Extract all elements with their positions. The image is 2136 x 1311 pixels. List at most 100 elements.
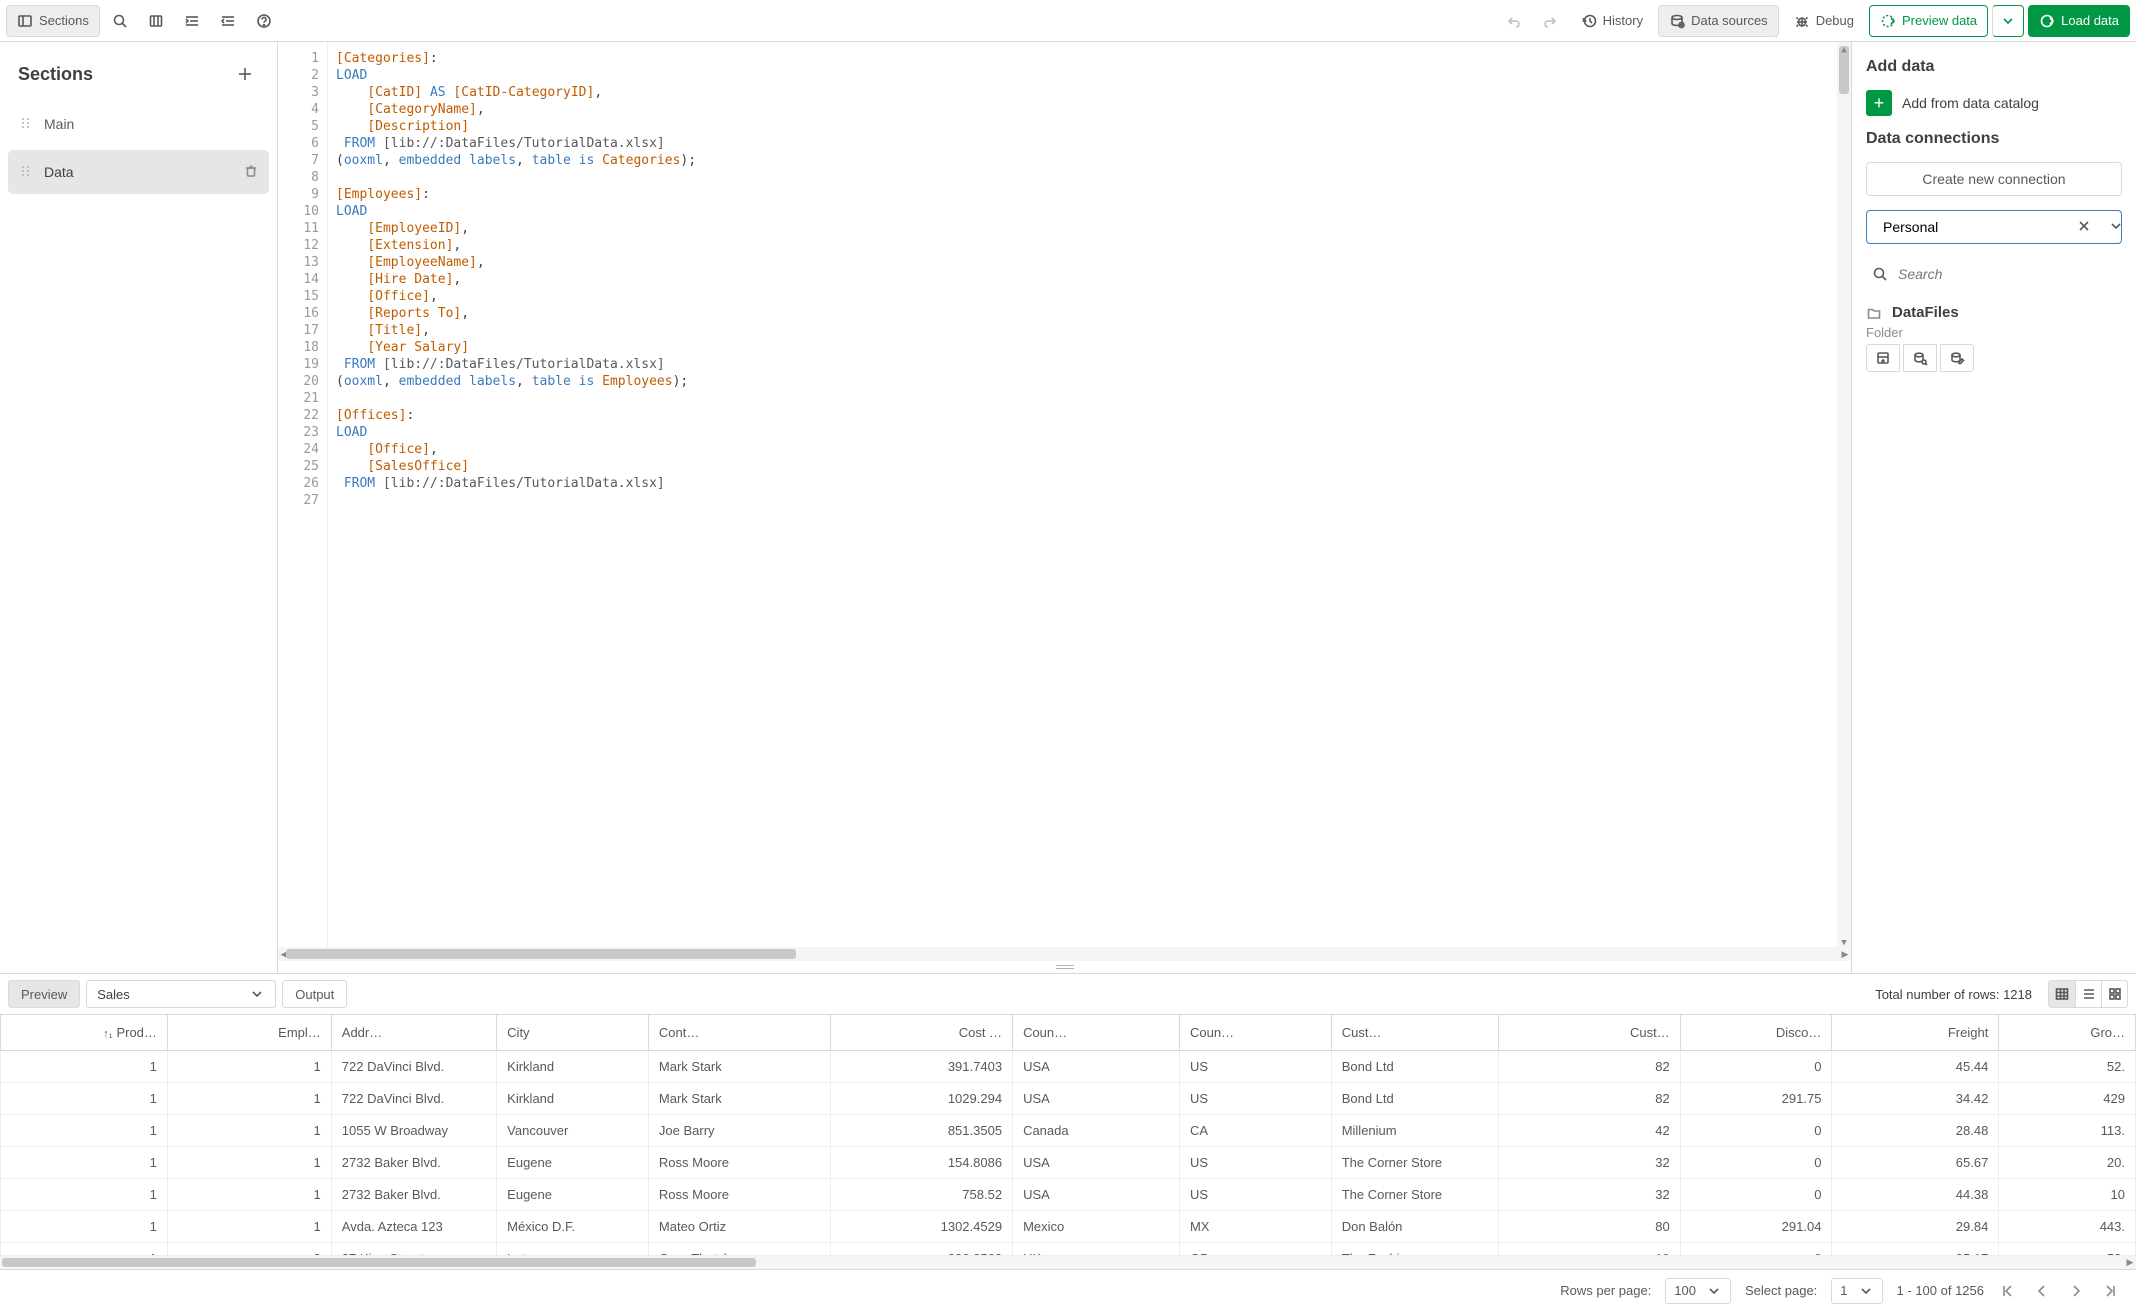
table-row[interactable]: 112732 Baker Blvd.EugeneRoss Moore154.80… (1, 1147, 2136, 1179)
last-page-button[interactable] (2100, 1281, 2120, 1301)
debug-button[interactable]: Debug (1783, 5, 1865, 37)
table-cell: USA (1013, 1147, 1180, 1179)
load-data-button[interactable]: Load data (2028, 5, 2130, 37)
table-cell: 35.17 (1832, 1243, 1999, 1256)
preview-table-select[interactable]: Sales (86, 980, 276, 1008)
space-dropdown-button[interactable] (2104, 216, 2128, 239)
add-from-catalog-label: Add from data catalog (1902, 95, 2039, 111)
column-header[interactable]: Addr… (331, 1015, 496, 1051)
view-list-button[interactable] (2075, 981, 2101, 1007)
table-cell: US (1179, 1147, 1331, 1179)
history-button[interactable]: History (1570, 5, 1654, 37)
table-cell: 1 (167, 1083, 331, 1115)
table-cell: Vancouver (497, 1115, 649, 1147)
add-from-catalog-button[interactable]: + Add from data catalog (1866, 90, 2122, 116)
column-header[interactable]: Gro… (1999, 1015, 2136, 1051)
column-header[interactable]: Coun… (1179, 1015, 1331, 1051)
connection-insert-button[interactable] (1866, 344, 1900, 372)
next-page-button[interactable] (2066, 1281, 2086, 1301)
table-cell: The Fashion (1331, 1243, 1498, 1256)
space-selector[interactable] (1866, 210, 2122, 244)
preview-data-button[interactable]: Preview data (1869, 5, 1988, 37)
sections-toggle-button[interactable]: Sections (6, 5, 100, 37)
add-section-button[interactable] (231, 60, 259, 88)
table-cell: 1 (167, 1211, 331, 1243)
connection-search[interactable] (1866, 258, 2122, 290)
indent-button[interactable] (176, 5, 208, 37)
preview-data-dropdown[interactable] (1992, 5, 2024, 37)
space-input[interactable] (1883, 219, 2064, 235)
table-cell: 1 (1, 1147, 168, 1179)
main-toolbar: Sections History Data sources (0, 0, 2136, 42)
rows-per-page-select[interactable]: 100 (1665, 1278, 1731, 1304)
column-header[interactable]: Cost … (830, 1015, 1012, 1051)
comment-toggle-button[interactable] (140, 5, 172, 37)
column-header[interactable]: ↑₁Prod… (1, 1015, 168, 1051)
table-row[interactable]: 11Avda. Azteca 123México D.F.Mateo Ortiz… (1, 1211, 2136, 1243)
column-header[interactable]: Cust… (1498, 1015, 1680, 1051)
column-header[interactable]: Empl… (167, 1015, 331, 1051)
indent-icon (184, 13, 200, 29)
grid-icon (2107, 986, 2123, 1002)
search-button[interactable] (104, 5, 136, 37)
connection-edit-button[interactable] (1940, 344, 1974, 372)
view-grid-button[interactable] (2101, 981, 2127, 1007)
view-table-button[interactable] (2049, 981, 2075, 1007)
table-cell: 443. (1999, 1211, 2136, 1243)
outdent-button[interactable] (212, 5, 244, 37)
scrollbar-thumb[interactable] (286, 949, 796, 959)
load-icon (2039, 13, 2055, 29)
chevron-down-icon (249, 986, 265, 1002)
preview-table-wrap[interactable]: ↑₁Prod…Empl…Addr…CityCont…Cost …Coun…Cou… (0, 1014, 2136, 1255)
column-header[interactable]: Cont… (648, 1015, 830, 1051)
undo-button[interactable] (1498, 5, 1530, 37)
table-row[interactable]: 11722 DaVinci Blvd.KirklandMark Stark102… (1, 1083, 2136, 1115)
prev-page-button[interactable] (2032, 1281, 2052, 1301)
table-row[interactable]: 11722 DaVinci Blvd.KirklandMark Stark391… (1, 1051, 2136, 1083)
first-page-button[interactable] (1998, 1281, 2018, 1301)
column-header[interactable]: Disco… (1680, 1015, 1832, 1051)
section-item-main[interactable]: Main (8, 102, 269, 146)
output-tab[interactable]: Output (282, 980, 347, 1008)
preview-tab[interactable]: Preview (8, 980, 80, 1008)
insert-icon (1875, 350, 1891, 366)
column-header[interactable]: Cust… (1331, 1015, 1498, 1051)
grip-icon (18, 163, 34, 182)
preview-panel: Preview Sales Output Total number of row… (0, 973, 2136, 1311)
data-sources-button[interactable]: Data sources (1658, 5, 1779, 37)
add-data-title: Add data (1866, 58, 2122, 76)
table-row[interactable]: 112732 Baker Blvd.EugeneRoss Moore758.52… (1, 1179, 2136, 1211)
table-cell: 1 (1, 1179, 168, 1211)
editor-vertical-scrollbar[interactable]: ▲ ▼ (1837, 42, 1851, 947)
column-header[interactable]: City (497, 1015, 649, 1051)
clear-space-button[interactable] (2072, 216, 2096, 239)
help-button[interactable] (248, 5, 280, 37)
code-content[interactable]: [Categories]:LOAD [CatID] AS [CatID-Cate… (328, 42, 1851, 947)
table-cell: 429 (1999, 1083, 2136, 1115)
connection-search-input[interactable] (1898, 266, 2116, 282)
connection-select-data-button[interactable] (1903, 344, 1937, 372)
select-page-select[interactable]: 1 (1831, 1278, 1882, 1304)
preview-footer: Rows per page: 100 Select page: 1 1 - 10… (0, 1269, 2136, 1311)
table-row[interactable]: 111055 W BroadwayVancouverJoe Barry851.3… (1, 1115, 2136, 1147)
table-cell: Ross Moore (648, 1147, 830, 1179)
delete-section-button[interactable] (243, 163, 259, 182)
list-icon (2081, 986, 2097, 1002)
table-row[interactable]: 1237 King StreetLutonGreg Thatcher336.85… (1, 1243, 2136, 1256)
table-cell: 19 (1498, 1243, 1680, 1256)
table-cell: US (1179, 1083, 1331, 1115)
horizontal-splitter[interactable] (278, 961, 1851, 973)
bug-icon (1794, 13, 1810, 29)
table-cell: Canada (1013, 1115, 1180, 1147)
column-header[interactable]: Coun… (1013, 1015, 1180, 1051)
chevron-down-icon (2000, 13, 2016, 29)
editor-horizontal-scrollbar[interactable]: ◀ ▶ (278, 947, 1851, 961)
column-header[interactable]: Freight (1832, 1015, 1999, 1051)
preview-horizontal-scrollbar[interactable]: ◀ ▶ (0, 1255, 2136, 1269)
scrollbar-thumb[interactable] (2, 1258, 756, 1267)
script-editor[interactable]: 1234567891011121314151617181920212223242… (278, 42, 1851, 947)
table-cell: 28.48 (1832, 1115, 1999, 1147)
redo-button[interactable] (1534, 5, 1566, 37)
section-item-data[interactable]: Data (8, 150, 269, 194)
create-connection-button[interactable]: Create new connection (1866, 162, 2122, 196)
